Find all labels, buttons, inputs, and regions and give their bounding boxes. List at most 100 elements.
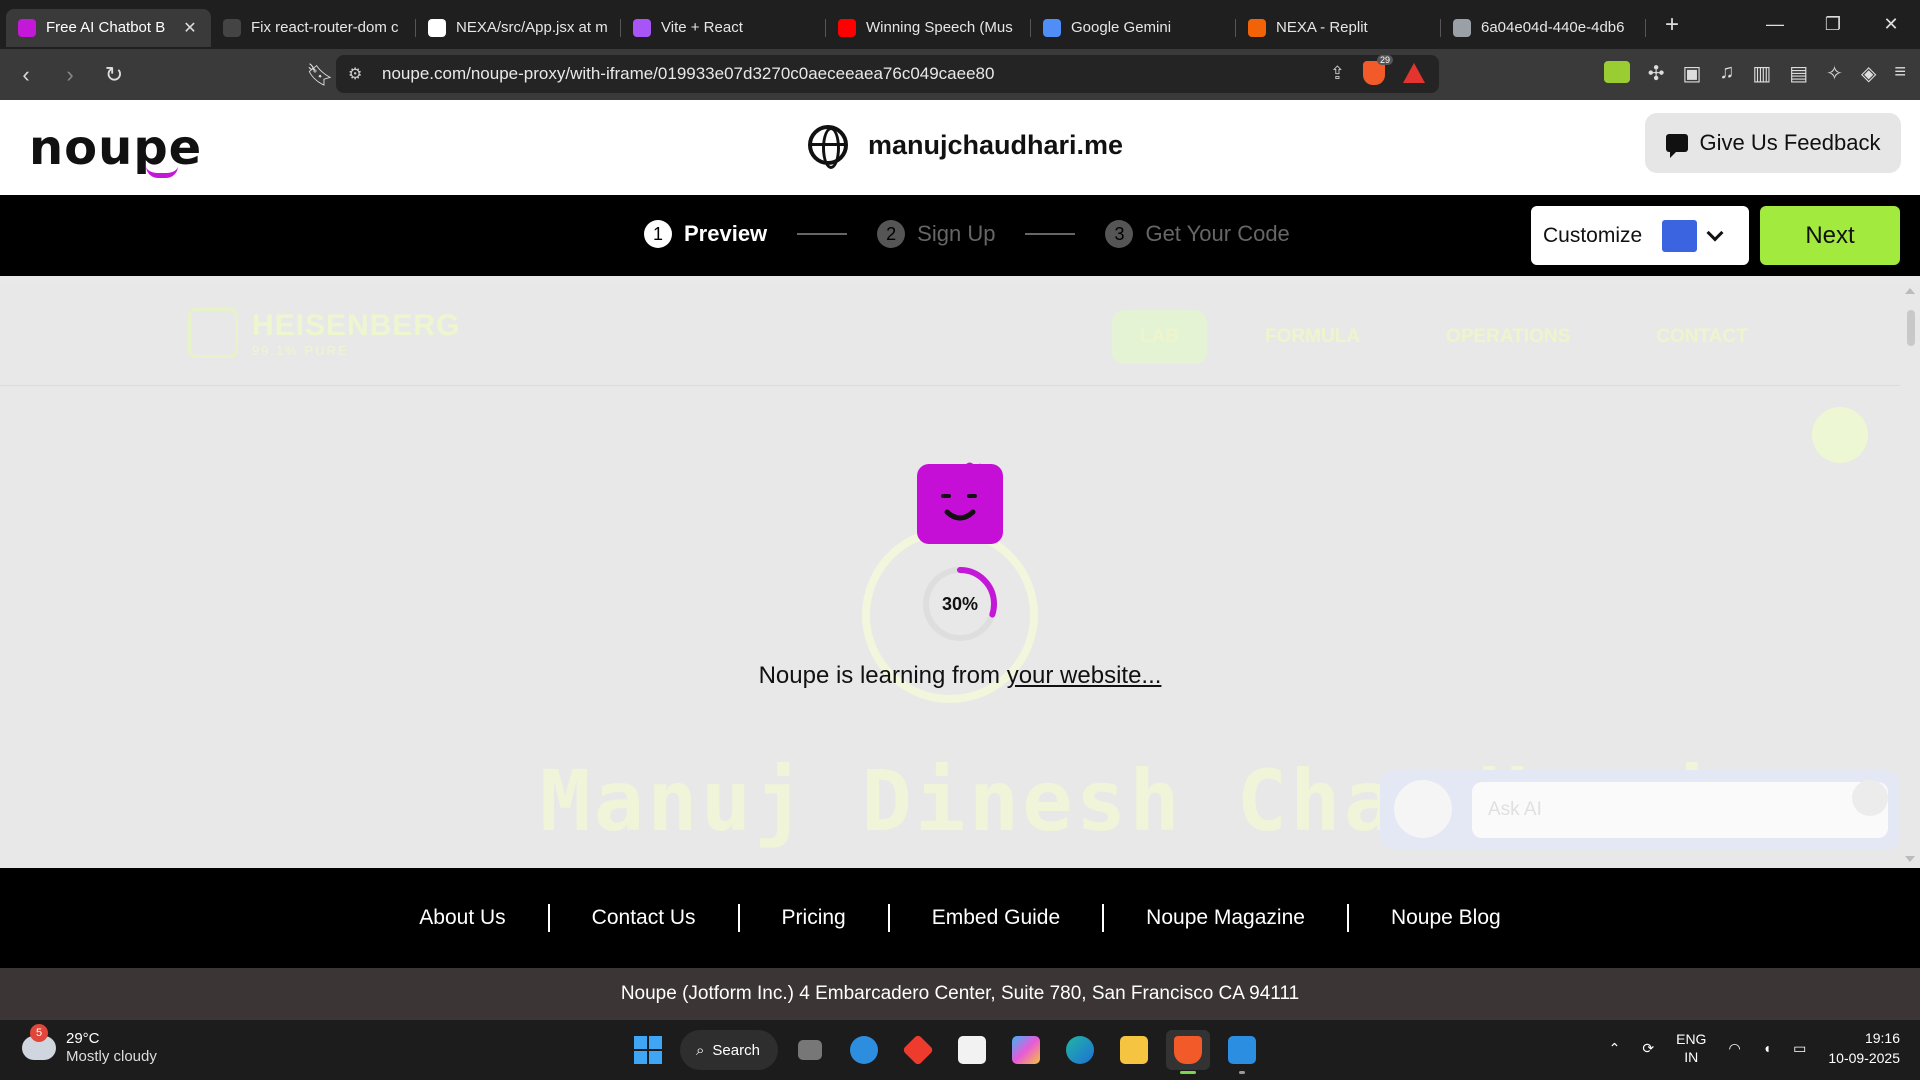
reload-icon[interactable]: ↻ [96, 57, 132, 93]
tab-separator [1645, 18, 1646, 37]
loading-prefix: Noupe is learning from [758, 662, 1007, 689]
step-sign-up[interactable]: 2 Sign Up [877, 220, 995, 248]
next-button[interactable]: Next [1760, 206, 1900, 265]
feedback-label: Give Us Feedback [1699, 130, 1881, 155]
chevron-up-icon[interactable]: ⌃ [1609, 1040, 1621, 1057]
vpn-icon[interactable]: ◈ [1861, 61, 1876, 86]
browser-tab[interactable]: Winning Speech (Mus [826, 9, 1031, 47]
store-icon[interactable] [950, 1030, 994, 1070]
footer-link-embed-guide[interactable]: Embed Guide [890, 904, 1105, 932]
step-preview[interactable]: 1 Preview [644, 220, 767, 248]
music-icon [1812, 407, 1868, 463]
footer-link-pricing[interactable]: Pricing [740, 904, 890, 932]
clock[interactable]: 19:16 10-09-2025 [1828, 1028, 1900, 1068]
chat-widget: Ask AI [1380, 770, 1900, 850]
sidebar-icon[interactable]: ▥ [1752, 61, 1771, 86]
footer-link-magazine[interactable]: Noupe Magazine [1104, 904, 1349, 932]
restore-icon[interactable]: ❐ [1804, 0, 1862, 49]
language-indicator[interactable]: ENG IN [1676, 1030, 1706, 1066]
browser-tab[interactable]: NEXA - Replit [1236, 9, 1441, 47]
start-icon[interactable] [626, 1030, 670, 1070]
window-controls: — ❐ ✕ [1746, 0, 1920, 49]
lang-region: IN [1684, 1049, 1699, 1065]
browser-tab[interactable]: NEXA/src/App.jsx at m [416, 9, 621, 47]
tab-title: Free AI Chatbot B [46, 19, 166, 36]
wallet-icon[interactable]: ▤ [1789, 61, 1808, 86]
loading-message: Noupe is learning from your website... [0, 662, 1920, 690]
volume-icon[interactable]: ◖ [1763, 1040, 1771, 1056]
weather-widget[interactable]: 5 29°C Mostly cloudy [22, 1024, 157, 1066]
noupe-header: noupe manujchaudhari.me Give Us Feedback [0, 100, 1920, 195]
browser-tab[interactable]: 6a04e04d-440e-4db6 [1441, 9, 1646, 47]
step-label: Preview [684, 221, 768, 246]
clock-date: 10-09-2025 [1828, 1050, 1900, 1066]
copilot-icon[interactable] [1004, 1030, 1048, 1070]
weather-temp: 29°C [66, 1030, 100, 1047]
preview-scrollbar[interactable] [1902, 282, 1920, 868]
steps-bar: 1 Preview 2 Sign Up 3 Get Your Code Cust… [0, 195, 1920, 276]
back-icon[interactable]: ‹ [8, 57, 44, 93]
anydesk-icon[interactable] [896, 1030, 940, 1070]
scroll-down-icon[interactable] [1905, 856, 1915, 862]
color-swatch[interactable] [1662, 219, 1698, 252]
tab-favicon-icon [428, 18, 446, 37]
new-tab-button[interactable]: + [1652, 11, 1692, 39]
url-text: noupe.com/noupe-proxy/with-iframe/019933… [382, 64, 995, 83]
lang-primary: ENG [1676, 1031, 1707, 1047]
step-get-code[interactable]: 3 Get Your Code [1105, 220, 1290, 248]
browser-tab[interactable]: Free AI Chatbot B ✕ [6, 8, 211, 47]
brave-rewards-icon[interactable] [1403, 63, 1425, 83]
step-divider [797, 233, 848, 235]
footer-link-blog[interactable]: Noupe Blog [1349, 904, 1543, 932]
browser-tab[interactable]: Vite + React [621, 9, 826, 47]
footer-link-about[interactable]: About Us [377, 904, 550, 932]
ask-ai-input: Ask AI [1472, 782, 1888, 838]
sync-icon[interactable]: ⟳ [1642, 1040, 1654, 1057]
task-view-icon[interactable] [788, 1030, 832, 1070]
site-indicator: manujchaudhari.me [808, 125, 1123, 169]
customize-label: Customize [1543, 223, 1643, 247]
step-number: 2 [877, 220, 906, 248]
reader-icon[interactable]: ▣ [1682, 61, 1701, 86]
step-number: 1 [644, 220, 672, 248]
vscode-icon[interactable] [1220, 1030, 1264, 1074]
media-icon[interactable]: ♫ [1719, 61, 1734, 86]
url-bar[interactable]: ⚙ noupe.com/noupe-proxy/with-iframe/0199… [336, 55, 1439, 93]
progress-percent: 30% [941, 593, 979, 614]
brand-title: HEISENBERG [252, 308, 461, 342]
browser-tab[interactable]: Fix react-router-dom c [211, 9, 416, 47]
taskbar-search[interactable]: ⌕ Search [680, 1030, 778, 1070]
feedback-button[interactable]: Give Us Feedback [1645, 113, 1901, 173]
customize-dropdown[interactable]: Customize [1531, 206, 1749, 265]
website-link[interactable]: your website... [1007, 662, 1162, 689]
share-icon[interactable]: ⇪ [1330, 63, 1345, 84]
tab-close-icon[interactable]: ✕ [181, 18, 199, 38]
website-preview[interactable]: HEISENBERG 99.1% PURE LAB FORMULA OPERAT… [0, 282, 1920, 868]
minimize-icon[interactable]: — [1746, 0, 1804, 49]
help-icon[interactable] [842, 1030, 886, 1070]
footer-link-contact[interactable]: Contact Us [550, 904, 740, 932]
scroll-thumb[interactable] [1907, 310, 1915, 346]
brave-shield-icon[interactable]: 29 [1363, 55, 1393, 85]
wifi-icon[interactable]: ◠ [1728, 1040, 1740, 1057]
file-explorer-icon[interactable] [1112, 1030, 1156, 1070]
footer-address: Noupe (Jotform Inc.) 4 Embarcadero Cente… [0, 968, 1920, 1020]
bookmark-icon[interactable]: 🔖︎ [302, 57, 338, 93]
taskbar-apps: ⌕ Search [626, 1030, 1264, 1074]
message-icon [1665, 134, 1688, 158]
step-label: Get Your Code [1145, 221, 1290, 246]
brave-browser-icon[interactable] [1166, 1030, 1210, 1074]
edge-icon[interactable] [1058, 1030, 1102, 1070]
ai-sparkle-icon[interactable]: ✧ [1826, 61, 1843, 86]
site-settings-icon[interactable]: ⚙ [348, 64, 362, 84]
battery-icon[interactable]: ▭ [1793, 1040, 1806, 1057]
preview-nav-links: LAB FORMULA OPERATIONS CONTACT [1112, 310, 1776, 364]
extensions-icon[interactable]: ✣ [1648, 61, 1665, 86]
weather-condition: Mostly cloudy [66, 1048, 157, 1065]
forward-icon[interactable]: › [52, 57, 88, 93]
leo-ai-icon[interactable] [1603, 61, 1630, 83]
browser-tab[interactable]: Google Gemini [1031, 9, 1236, 47]
menu-icon[interactable]: ≡ [1894, 61, 1906, 86]
scroll-up-icon[interactable] [1905, 288, 1915, 294]
close-window-icon[interactable]: ✕ [1862, 0, 1920, 49]
